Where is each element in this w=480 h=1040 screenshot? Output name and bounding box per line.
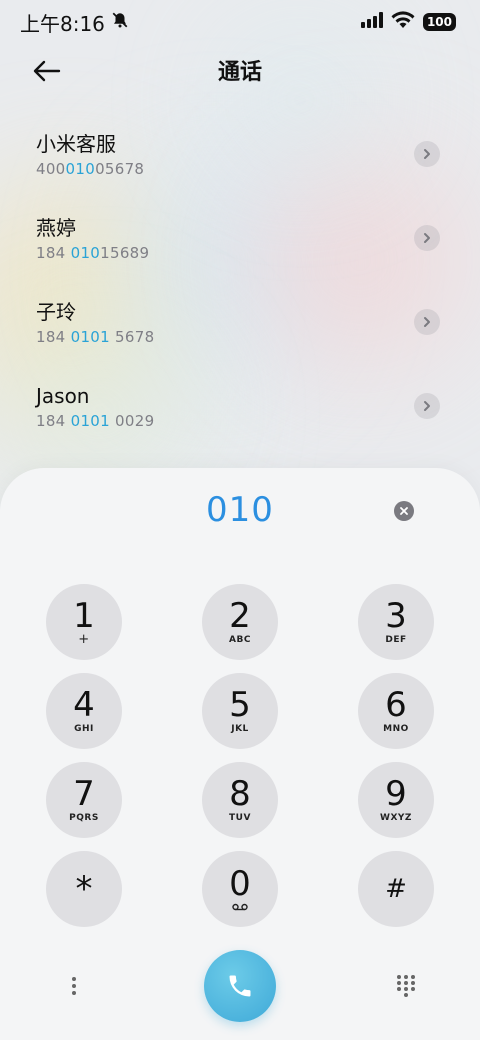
contact-list: 小米客服 40001005678 燕婷 184 01015689 子玲 184 … — [0, 112, 480, 448]
wifi-icon — [391, 11, 415, 33]
more-vertical-icon — [72, 977, 76, 995]
dialpad-icon — [397, 975, 415, 997]
more-button[interactable] — [60, 972, 88, 1000]
contact-number: 184 01015689 — [36, 244, 150, 262]
bell-off-icon — [111, 11, 129, 33]
contact-detail-button[interactable] — [414, 225, 440, 251]
contact-number: 40001005678 — [36, 160, 145, 178]
call-button[interactable] — [204, 950, 276, 1022]
key-star[interactable]: * — [46, 851, 122, 927]
signal-icon — [360, 12, 383, 32]
contact-number: 184 0101 0029 — [36, 412, 155, 430]
back-button[interactable] — [30, 54, 64, 88]
dialer-panel: 010 1 + 2 ABC 3 DEF 4 GHI 5 JKL 6 MNO 7 — [0, 468, 480, 1040]
page-title: 通话 — [217, 60, 262, 85]
chevron-right-icon — [424, 149, 430, 159]
voicemail-icon — [232, 903, 248, 911]
contact-item[interactable]: 小米客服 40001005678 — [0, 112, 480, 196]
key-2[interactable]: 2 ABC — [202, 584, 278, 660]
dialpad-toggle-button[interactable] — [392, 972, 420, 1000]
status-time: 上午8:16 — [20, 11, 105, 36]
dialer-bottom-bar — [0, 950, 480, 1026]
key-1[interactable]: 1 + — [46, 584, 122, 660]
key-8[interactable]: 8 TUV — [202, 762, 278, 838]
arrow-left-icon — [33, 60, 61, 82]
contact-number: 184 0101 5678 — [36, 328, 155, 346]
contact-item[interactable]: 燕婷 184 01015689 — [0, 196, 480, 280]
contact-item[interactable]: Jason 184 0101 0029 — [0, 364, 480, 448]
chevron-right-icon — [424, 401, 430, 411]
chevron-right-icon — [424, 233, 430, 243]
key-4[interactable]: 4 GHI — [46, 673, 122, 749]
contact-detail-button[interactable] — [414, 141, 440, 167]
close-icon — [400, 507, 408, 515]
key-hash[interactable]: # — [358, 851, 434, 927]
key-6[interactable]: 6 MNO — [358, 673, 434, 749]
clear-button[interactable] — [394, 501, 414, 521]
battery-indicator: 100 — [422, 13, 456, 31]
key-3[interactable]: 3 DEF — [358, 584, 434, 660]
contact-detail-button[interactable] — [414, 309, 440, 335]
status-bar: 上午8:16 100 — [0, 0, 480, 44]
key-9[interactable]: 9 WXYZ — [358, 762, 434, 838]
key-5[interactable]: 5 JKL — [202, 673, 278, 749]
phone-icon — [229, 975, 251, 997]
contact-detail-button[interactable] — [414, 393, 440, 419]
contact-item[interactable]: 子玲 184 0101 5678 — [0, 280, 480, 364]
header: 通话 — [0, 48, 480, 92]
key-0[interactable]: 0 — [202, 851, 278, 927]
chevron-right-icon — [424, 317, 430, 327]
key-7[interactable]: 7 PQRS — [46, 762, 122, 838]
